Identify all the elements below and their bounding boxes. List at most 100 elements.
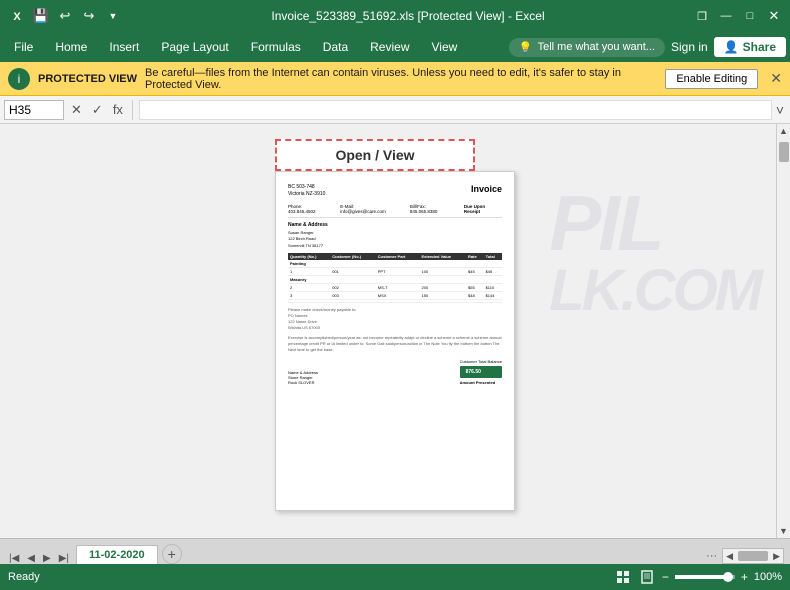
- menu-file[interactable]: File: [4, 36, 43, 58]
- zoom-level: 100%: [754, 571, 782, 583]
- save-quick-btn[interactable]: 💾: [32, 7, 50, 25]
- formula-input[interactable]: [139, 100, 772, 120]
- invoice-header: BC 503-748 Victoria NZ-3910 Invoice: [288, 184, 502, 198]
- table-row: Painting: [288, 260, 502, 268]
- invoice-info-row: Phone: 403.845.4502 E-Mail: info@gives@c…: [288, 204, 502, 218]
- open-view-label: Open / View: [275, 139, 475, 171]
- svg-text:X: X: [13, 11, 21, 23]
- tab-more-btn[interactable]: ···: [703, 548, 720, 564]
- h-scroll-right-btn[interactable]: ▶: [770, 551, 783, 562]
- menu-page-layout[interactable]: Page Layout: [151, 36, 238, 58]
- cell-reference-box[interactable]: H35: [4, 100, 64, 120]
- page-view-icon: [640, 570, 654, 584]
- invoice-title: Invoice: [471, 184, 502, 198]
- main-area: PIL LK.COM Open / View BC 503-748 Victor…: [0, 124, 790, 538]
- tab-navigation: |◀ ◀ ▶ ▶|: [2, 553, 76, 564]
- menu-bar: File Home Insert Page Layout Formulas Da…: [0, 32, 790, 62]
- shield-icon: i: [8, 68, 30, 90]
- excel-icon: X: [8, 7, 26, 25]
- function-btn[interactable]: fx: [110, 102, 126, 117]
- invoice-footer: Name & Address Stone Ranger Rock SLOVER …: [288, 359, 502, 385]
- scroll-thumb[interactable]: [779, 142, 789, 162]
- invoice-table: Quantity (No.) Customer (No.) Customer P…: [288, 253, 502, 303]
- h-scroll-thumb[interactable]: [738, 551, 768, 561]
- invoice-legal: Exercise is accomplished/person/year as:…: [288, 335, 502, 353]
- tab-bar: |◀ ◀ ▶ ▶| 11-02-2020 + ··· ◀ ▶: [0, 538, 790, 564]
- scroll-down-btn[interactable]: ▼: [777, 524, 790, 538]
- invoice-document: BC 503-748 Victoria NZ-3910 Invoice Phon…: [275, 171, 515, 511]
- watermark: PIL LK.COM: [549, 184, 760, 320]
- menu-review[interactable]: Review: [360, 36, 419, 58]
- maximize-btn[interactable]: □: [742, 8, 758, 24]
- table-row: 3003MSX150$48$144: [288, 292, 502, 300]
- invoice-bill-section: Name & Address Susan Ranger 122 Birch Ro…: [288, 222, 502, 249]
- share-label: Share: [743, 40, 776, 54]
- minimize-btn[interactable]: —: [718, 8, 734, 24]
- zoom-fill: [675, 575, 729, 579]
- protected-message: Be careful—files from the Internet can c…: [145, 67, 657, 91]
- table-row: [288, 300, 502, 303]
- table-row: 1001PPT100$45$45: [288, 268, 502, 276]
- tab-prev-btn[interactable]: ◀: [24, 553, 38, 564]
- normal-view-btn[interactable]: [614, 568, 632, 586]
- page-layout-view-btn[interactable]: [638, 568, 656, 586]
- confirm-formula-btn[interactable]: ✓: [89, 102, 106, 118]
- menu-data[interactable]: Data: [313, 36, 358, 58]
- h-scroll-left-btn[interactable]: ◀: [723, 551, 736, 562]
- zoom-thumb: [723, 572, 733, 582]
- zoom-plus-btn[interactable]: +: [741, 570, 748, 584]
- enable-editing-button[interactable]: Enable Editing: [665, 69, 758, 89]
- close-btn[interactable]: ✕: [766, 8, 782, 24]
- tab-next-btn[interactable]: ▶: [40, 553, 54, 564]
- invoice-notes: Please make check/money payable to: PO N…: [288, 307, 502, 331]
- share-button[interactable]: 👤 Share: [714, 37, 786, 57]
- cancel-formula-btn[interactable]: ✕: [68, 102, 85, 118]
- menu-home[interactable]: Home: [45, 36, 97, 58]
- lightbulb-icon: 💡: [519, 41, 533, 54]
- share-icon: 👤: [724, 40, 739, 54]
- invoice-container: Open / View BC 503-748 Victoria NZ-3910 …: [275, 139, 515, 511]
- tab-last-btn[interactable]: ▶|: [56, 553, 72, 564]
- tab-first-btn[interactable]: |◀: [6, 553, 22, 564]
- more-quick-btn[interactable]: ▼: [104, 7, 122, 25]
- protected-view-bar: i PROTECTED VIEW Be careful—files from t…: [0, 62, 790, 96]
- undo-btn[interactable]: ↩: [56, 7, 74, 25]
- formula-divider: [132, 100, 133, 120]
- tell-me-label: Tell me what you want...: [538, 41, 655, 53]
- add-sheet-button[interactable]: +: [162, 544, 182, 564]
- table-row: 2002MS-T200$55$110: [288, 284, 502, 292]
- invoice-signature: Name & Address Stone Ranger Rock SLOVER: [288, 370, 318, 385]
- zoom-slider[interactable]: [675, 575, 735, 579]
- title-bar-controls: ❐ — □ ✕: [694, 8, 782, 24]
- invoice-bill-to: Name & Address Susan Ranger 122 Birch Ro…: [288, 222, 328, 249]
- title-bar: X 💾 ↩ ↪ ▼ Invoice_523389_51692.xls [Prot…: [0, 0, 790, 32]
- scroll-up-btn[interactable]: ▲: [777, 124, 790, 138]
- invoice-company: BC 503-748 Victoria NZ-3910: [288, 184, 325, 198]
- sheet-tab[interactable]: 11-02-2020: [76, 545, 158, 564]
- redo-btn[interactable]: ↪: [80, 7, 98, 25]
- status-right: − + 100%: [614, 568, 782, 586]
- tab-right-controls: ··· ◀ ▶: [703, 548, 788, 564]
- sign-in-button[interactable]: Sign in: [671, 40, 708, 54]
- protected-label: PROTECTED VIEW: [38, 73, 137, 85]
- status-bar: Ready − + 1: [0, 564, 790, 590]
- table-row: Masonry: [288, 276, 502, 284]
- summary-value-box: 876.50: [460, 366, 502, 378]
- invoice-summary: Customer Total Balance 876.50 Amount Pre…: [460, 359, 502, 385]
- ready-status: Ready: [8, 571, 40, 583]
- menu-insert[interactable]: Insert: [99, 36, 149, 58]
- menu-right: 💡 Tell me what you want... Sign in 👤 Sha…: [509, 37, 786, 57]
- tell-me-input[interactable]: 💡 Tell me what you want...: [509, 38, 665, 57]
- grid-view-icon: [616, 570, 630, 584]
- spreadsheet-area: PIL LK.COM Open / View BC 503-748 Victor…: [0, 124, 790, 538]
- close-protected-bar-btn[interactable]: ✕: [770, 70, 782, 87]
- formula-expand-btn[interactable]: ˅: [776, 102, 784, 118]
- menu-formulas[interactable]: Formulas: [241, 36, 311, 58]
- vertical-scrollbar: ▲ ▼: [776, 124, 790, 538]
- title-bar-title: Invoice_523389_51692.xls [Protected View…: [122, 9, 694, 23]
- zoom-minus-btn[interactable]: −: [662, 570, 669, 584]
- formula-bar: H35 ✕ ✓ fx ˅: [0, 96, 790, 124]
- restore-window-btn[interactable]: ❐: [694, 8, 710, 24]
- menu-view[interactable]: View: [422, 36, 468, 58]
- title-bar-left: X 💾 ↩ ↪ ▼: [8, 7, 122, 25]
